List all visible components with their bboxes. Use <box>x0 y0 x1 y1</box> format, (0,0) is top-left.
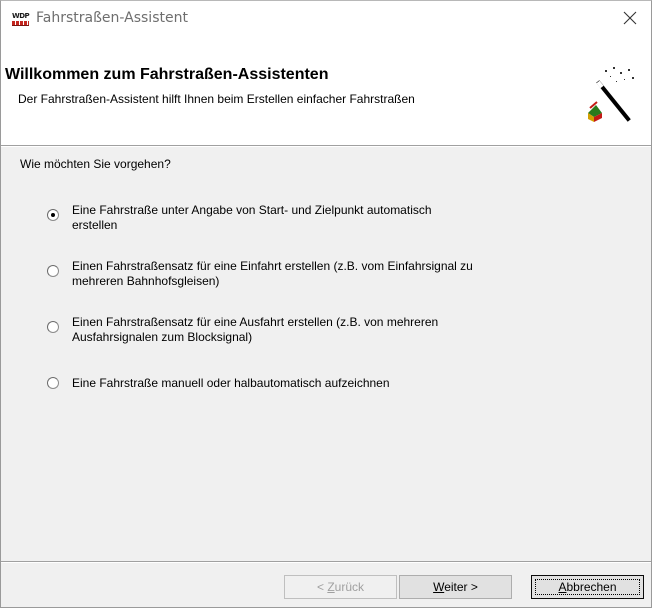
back-button-label: urück <box>334 580 365 594</box>
radio-selected-dot <box>51 213 55 217</box>
close-icon <box>623 11 637 25</box>
radio-manual-record[interactable] <box>47 377 59 389</box>
cancel-button[interactable]: Abbrechen <box>531 575 644 599</box>
window-title: Fahrstraßen-Assistent <box>36 10 188 26</box>
wizard-dialog: WDP Fahrstraßen-Assistent Willkommen zum… <box>0 0 652 608</box>
page-title: Willkommen zum Fahrstraßen-Assistenten <box>5 66 329 83</box>
back-button[interactable]: < Zurück <box>284 575 397 599</box>
radio-auto-route[interactable] <box>47 209 59 221</box>
focus-rectangle <box>535 579 640 595</box>
next-button-mnemonic: W <box>433 580 445 594</box>
wdp-app-icon: WDP <box>12 12 30 27</box>
radio-entry-set[interactable] <box>47 265 59 277</box>
wizard-header: Willkommen zum Fahrstraßen-Assistenten D… <box>1 37 651 145</box>
next-button-label: eiter > <box>444 580 478 594</box>
next-button[interactable]: Weiter > <box>399 575 512 599</box>
option-label: Einen Fahrstraßensatz für eine Ausfahrt … <box>72 315 439 344</box>
page-description: Der Fahrstraßen-Assistent hilft Ihnen be… <box>18 92 415 106</box>
magic-wand-icon <box>588 67 634 122</box>
question-label: Wie möchten Sie vorgehen? <box>20 157 171 171</box>
radio-exit-set[interactable] <box>47 321 59 333</box>
back-button-mnemonic: Z <box>327 580 335 594</box>
footer-divider <box>1 561 651 563</box>
header-divider <box>1 145 651 147</box>
option-label: Eine Fahrstraße manuell oder halbautomat… <box>72 376 390 390</box>
back-button-prefix: < <box>316 580 328 594</box>
option-label: Eine Fahrstraße unter Angabe von Start- … <box>72 203 432 232</box>
close-button[interactable] <box>613 3 647 33</box>
option-label: Einen Fahrstraßensatz für eine Einfahrt … <box>72 259 473 288</box>
title-bar[interactable]: WDP Fahrstraßen-Assistent <box>1 1 651 37</box>
